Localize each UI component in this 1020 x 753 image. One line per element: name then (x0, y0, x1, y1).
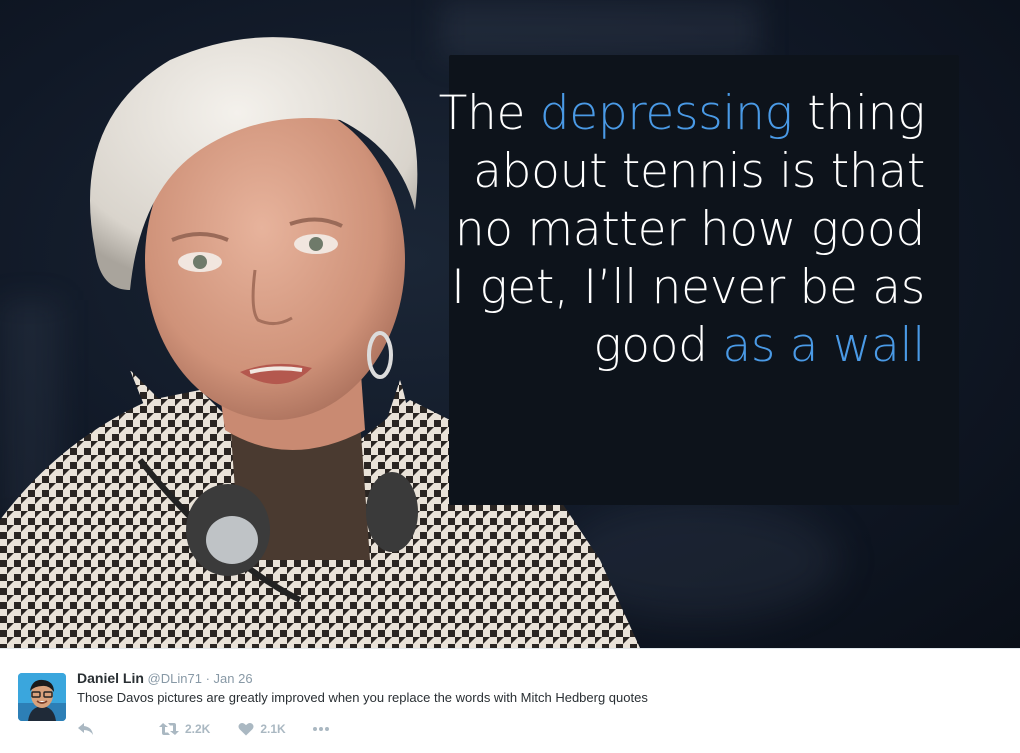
quote-highlight: depressing (539, 86, 793, 141)
quote-panel: The depressing thing about tennis is tha… (439, 55, 959, 505)
reply-icon (78, 723, 93, 735)
quote-segment: The (438, 86, 540, 141)
separator: · (205, 671, 210, 686)
quote-highlight: as a wall (722, 318, 925, 373)
avatar[interactable] (18, 673, 66, 721)
like-count: 2.1K (260, 722, 286, 736)
reply-button[interactable] (77, 722, 95, 736)
tweet-actions: 2.2K 2.1K (77, 720, 330, 738)
tweet-text: Those Davos pictures are greatly improve… (77, 690, 648, 705)
tweet: Daniel Lin @DLin71 · Jan 26 Those Davos … (0, 648, 1020, 753)
author-handle[interactable]: @DLin71 (148, 671, 202, 686)
retweet-icon (159, 723, 179, 735)
heart-icon (238, 722, 254, 736)
tweet-date[interactable]: Jan 26 (214, 671, 253, 686)
author-name[interactable]: Daniel Lin (77, 670, 144, 686)
tweet-header: Daniel Lin @DLin71 · Jan 26 (77, 670, 253, 686)
retweet-count: 2.2K (185, 722, 211, 736)
tweet-image[interactable]: The depressing thing about tennis is tha… (0, 0, 1020, 648)
like-button[interactable]: 2.1K (238, 722, 286, 736)
retweet-button[interactable]: 2.2K (159, 722, 210, 736)
quote-text: The depressing thing about tennis is tha… (435, 85, 926, 375)
more-button[interactable] (312, 726, 330, 732)
more-dots-icon (312, 727, 329, 731)
avatar-image (18, 673, 66, 721)
